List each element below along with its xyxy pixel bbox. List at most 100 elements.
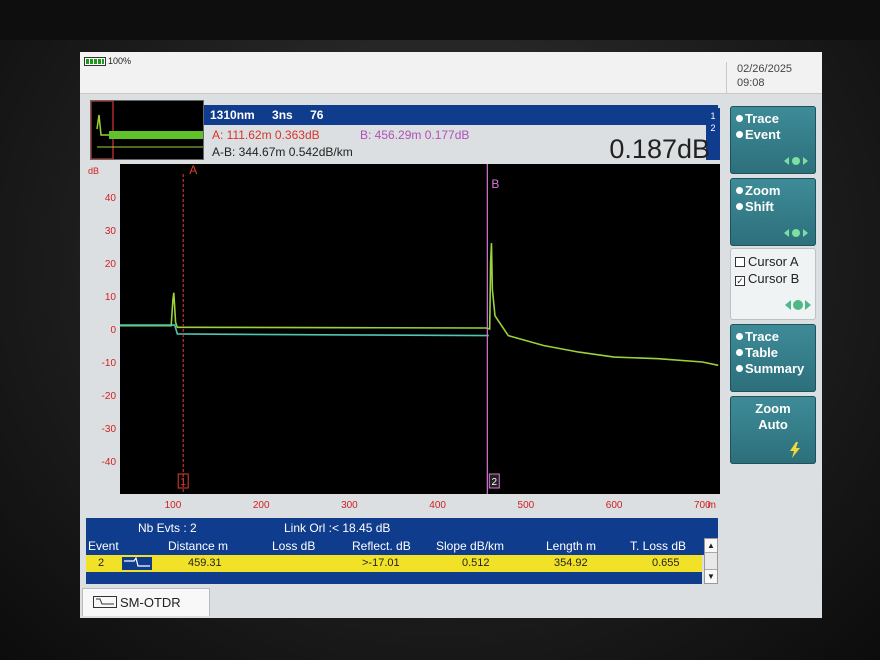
x-tick-label: 600 — [606, 500, 623, 511]
trace-event-button[interactable]: Trace Event — [730, 106, 816, 174]
event-table-header: Event Distance m Loss dB Reflect. dB Slo… — [86, 538, 718, 555]
zoom-auto-button[interactable]: Zoom Auto — [730, 396, 816, 464]
cell-distance: 459.31 — [188, 557, 222, 569]
battery-icon — [84, 57, 106, 66]
checkbox-checked-icon[interactable]: ✓ — [735, 276, 745, 286]
y-axis-label: dB — [88, 166, 99, 176]
col-event: Event — [88, 539, 119, 553]
event-option: Event — [745, 127, 781, 142]
tab-label: SM-OTDR — [120, 595, 181, 610]
pulse-width: 3ns — [272, 108, 293, 122]
cursor-a-label: A — [189, 163, 197, 177]
trace-index-2: 2 — [710, 123, 716, 133]
tab-sm-otdr[interactable]: SM-OTDR — [82, 588, 210, 616]
x-tick-label: 400 — [429, 500, 446, 511]
radio-icon — [736, 131, 743, 138]
y-tick-label: 10 — [105, 292, 117, 303]
shift-option: Shift — [745, 199, 774, 214]
y-tick-label: -10 — [102, 358, 117, 369]
scroll-down-icon[interactable]: ▼ — [705, 569, 717, 583]
table-row[interactable]: 2 459.31 >-17.01 0.512 354.92 0.655 — [86, 555, 702, 572]
trace-option: Trace — [745, 111, 779, 126]
table-view-option: Table — [745, 345, 778, 360]
date: 02/26/2025 — [737, 63, 793, 75]
col-slope: Slope dB/km — [436, 539, 505, 553]
otdr-plot[interactable]: dB 40 30 20 10 0 -10 -20 -30 -40 100 200 300 400 500 60… — [84, 160, 722, 518]
acquisition-value: 76 — [310, 108, 324, 122]
cell-total-loss: 0.655 — [652, 557, 680, 569]
wavelength: 1310nm — [210, 108, 255, 122]
x-tick-label: 500 — [518, 500, 535, 511]
marker-a-readout: A: 111.62m 0.363dB — [212, 128, 320, 142]
summary-view-option: Summary — [745, 361, 805, 376]
otdr-trace-chart[interactable]: dB403020100-10-20-30-40100 200 300 400 500 60… — [84, 160, 722, 518]
col-reflect: Reflect. dB — [352, 539, 411, 553]
x-tick-label: 200 — [253, 500, 270, 511]
link-orl: Link Orl :< 18.45 dB — [284, 521, 391, 535]
otdr-trace-icon — [93, 596, 117, 608]
col-total-loss: T. Loss dB — [630, 539, 687, 553]
trace-view-option: Trace — [745, 329, 779, 344]
x-tick-label: 300 — [341, 500, 358, 511]
navigation-arrows-icon — [784, 157, 808, 165]
trace-table-summary-button[interactable]: Trace Table Summary — [730, 324, 816, 392]
x-axis-label: m — [708, 500, 716, 511]
cursor-b-label: B — [491, 177, 499, 191]
cell-length: 354.92 — [554, 557, 588, 569]
cell-reflect: >-17.01 — [362, 557, 400, 569]
radio-icon — [736, 365, 743, 372]
radio-icon — [736, 333, 743, 340]
cell-event: 2 — [98, 557, 105, 569]
reflective-event-icon — [122, 556, 152, 570]
auto-label: Auto — [758, 417, 788, 432]
radio-icon — [736, 349, 743, 356]
marker-b-readout: B: 456.29m 0.177dB — [360, 128, 470, 142]
otdr-screen: 100% 02/26/2025 09:08 1310nm 3ns 76 1 2 … — [80, 52, 822, 618]
zoom-option: Zoom — [745, 183, 781, 198]
y-tick-label: 30 — [105, 226, 117, 237]
cursor-a-option[interactable]: Cursor A — [735, 253, 811, 270]
y-tick-label: -20 — [102, 391, 117, 402]
y-tick-label: 0 — [110, 325, 116, 336]
x-tick-label: 100 — [165, 500, 182, 511]
radio-icon — [736, 187, 743, 194]
nb-events: Nb Evts : 2 — [138, 521, 197, 535]
status-bar: 100% 02/26/2025 09:08 — [80, 52, 822, 94]
event-summary-bar: Nb Evts : 2 Link Orl :< 18.45 dB — [86, 518, 718, 538]
cursor-a-label: Cursor A — [748, 254, 799, 269]
scroll-up-icon[interactable]: ▲ — [705, 539, 717, 553]
col-distance: Distance m — [168, 539, 229, 553]
trace-index-1: 1 — [710, 111, 716, 121]
checkbox-unchecked-icon[interactable] — [735, 257, 745, 267]
event-table-scrollbar[interactable]: ▲ ▼ — [704, 538, 718, 584]
plot-area — [120, 164, 720, 494]
bezel-top — [0, 0, 880, 40]
overview-trace-graphic — [90, 100, 203, 160]
event-marker-2: 2 — [492, 477, 498, 488]
navigation-arrows-icon — [785, 300, 811, 310]
time: 09:08 — [737, 77, 765, 89]
col-loss: Loss dB — [272, 539, 316, 553]
navigation-arrows-icon — [784, 229, 808, 237]
cell-slope: 0.512 — [462, 557, 490, 569]
col-length: Length m — [546, 539, 597, 553]
radio-icon — [736, 203, 743, 210]
cursor-b-label: Cursor B — [748, 271, 800, 286]
y-tick-label: 40 — [105, 193, 117, 204]
zoom-label: Zoom — [755, 401, 791, 416]
zoom-shift-button[interactable]: Zoom Shift — [730, 178, 816, 246]
event-table-empty-row — [86, 572, 702, 584]
y-tick-label: -40 — [102, 457, 117, 468]
radio-icon — [736, 115, 743, 122]
battery-percent: 100% — [108, 56, 132, 66]
cursor-b-option[interactable]: ✓ Cursor B — [735, 270, 811, 287]
event-marker-1: 1 — [180, 477, 186, 488]
a-minus-b-readout: A-B: 344.67m 0.542dB/km — [212, 145, 353, 159]
lightning-icon — [790, 442, 800, 458]
y-tick-label: 20 — [105, 259, 117, 270]
acquisition-info-bar: 1310nm 3ns 76 — [204, 105, 718, 125]
y-tick-label: -30 — [102, 424, 117, 435]
cursor-selector[interactable]: Cursor A ✓ Cursor B — [730, 248, 816, 320]
date-time: 02/26/2025 09:08 — [726, 62, 822, 94]
overview-trace[interactable] — [90, 100, 204, 160]
